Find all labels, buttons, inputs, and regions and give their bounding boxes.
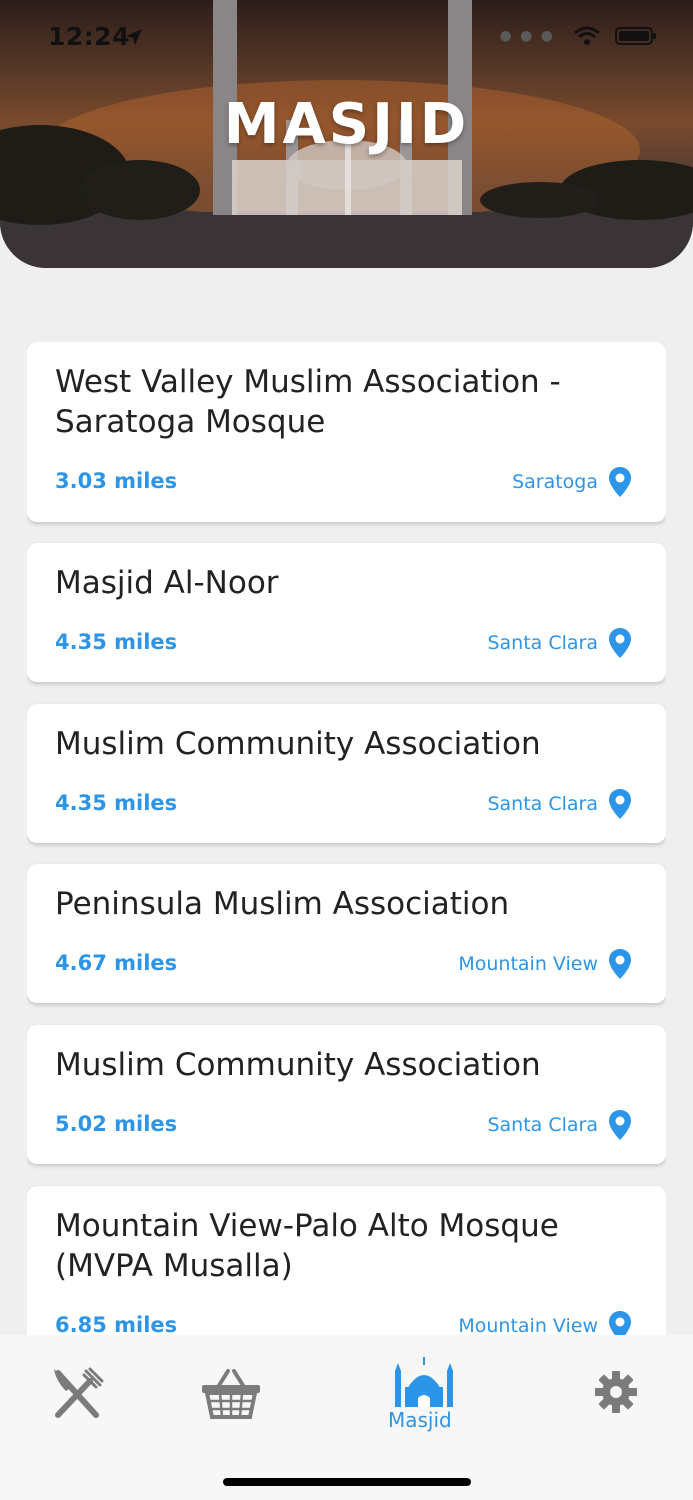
signal-dots-icon: ● ● ●	[499, 28, 555, 44]
wifi-icon	[574, 26, 600, 45]
location-pin-icon[interactable]	[608, 1109, 632, 1141]
status-indicators: ● ● ●	[499, 26, 657, 46]
mosque-name: Peninsula Muslim Association	[55, 886, 510, 922]
location-pin-icon[interactable]	[608, 627, 632, 659]
header-banner: 12:24 ● ● ● MASJID	[0, 0, 693, 268]
mosque-city: Mountain View	[458, 1315, 598, 1335]
status-time: 12:24	[48, 22, 131, 51]
mosque-name: Muslim Community Association	[55, 726, 541, 762]
mosque-distance: 5.02 miles	[55, 1112, 178, 1136]
mosque-name: Masjid Al-Noor	[55, 565, 279, 601]
mosque-distance: 3.03 miles	[55, 469, 178, 493]
tab-label-masjid[interactable]: Masjid	[388, 1408, 452, 1432]
mosque-icon[interactable]	[393, 1355, 455, 1407]
fork-knife-icon[interactable]	[50, 1365, 106, 1421]
mosque-card[interactable]: West Valley Muslim Association - Saratog…	[27, 342, 666, 522]
location-arrow-icon	[126, 29, 142, 45]
mosque-city: Santa Clara	[487, 793, 598, 815]
mosque-city: Santa Clara	[487, 632, 598, 654]
battery-icon	[615, 27, 656, 45]
mosque-distance: 4.35 miles	[55, 630, 178, 654]
mosque-name: West Valley Muslim Association - Saratog…	[55, 364, 561, 440]
gear-icon[interactable]	[594, 1370, 638, 1414]
mosque-card[interactable]: Muslim Community Association 5.02 miles …	[27, 1025, 666, 1164]
mosque-card[interactable]: Muslim Community Association 4.35 miles …	[27, 704, 666, 843]
mosque-distance: 4.35 miles	[55, 791, 178, 815]
mosque-card[interactable]: Mountain View-Palo Alto Mosque (MVPA Mus…	[27, 1186, 666, 1335]
mosque-city: Mountain View	[458, 953, 598, 975]
page-title: MASJID	[223, 92, 470, 157]
location-pin-icon[interactable]	[608, 466, 632, 498]
mosque-card[interactable]: Masjid Al-Noor 4.35 miles Santa Clara	[27, 543, 666, 682]
mosque-city: Santa Clara	[487, 1114, 598, 1136]
mosque-name: Muslim Community Association	[55, 1047, 541, 1083]
mosque-card[interactable]: Peninsula Muslim Association 4.67 miles …	[27, 864, 666, 1003]
mosque-distance: 4.67 miles	[55, 951, 178, 975]
mosque-distance: 6.85 miles	[55, 1313, 178, 1335]
basket-icon[interactable]	[200, 1365, 262, 1421]
mosque-list[interactable]: West Valley Muslim Association - Saratog…	[27, 342, 666, 1335]
location-pin-icon[interactable]	[608, 948, 632, 980]
home-indicator[interactable]	[223, 1478, 471, 1486]
location-pin-icon[interactable]	[608, 788, 632, 820]
mosque-city: Saratoga	[512, 471, 598, 493]
location-pin-icon[interactable]	[608, 1310, 632, 1335]
mosque-name: Mountain View-Palo Alto Mosque (MVPA Mus…	[55, 1208, 559, 1284]
